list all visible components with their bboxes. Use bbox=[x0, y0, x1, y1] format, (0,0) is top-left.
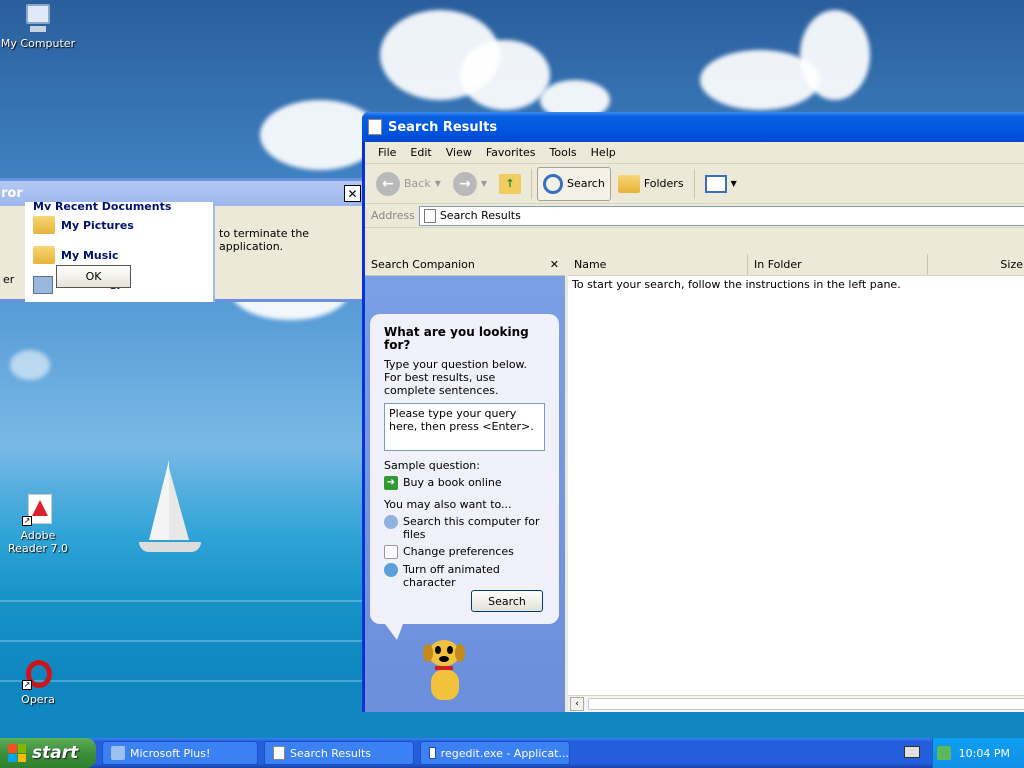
search-companion-bubble: What are you looking for? Type your ques… bbox=[370, 314, 559, 624]
chevron-down-icon: ▼ bbox=[730, 179, 737, 188]
folders-icon bbox=[617, 174, 640, 193]
error-dialog-message: to terminate the application. bbox=[219, 227, 310, 253]
window-titlebar[interactable]: Search Results bbox=[362, 112, 1024, 142]
link-turn-off-character[interactable]: Turn off animated character bbox=[384, 563, 545, 589]
results-column-headers: Name In Folder Size bbox=[568, 254, 1024, 276]
chevron-down-icon: ▼ bbox=[434, 179, 441, 188]
my-computer-icon bbox=[22, 2, 54, 34]
error-dialog-left-fragment: er bbox=[3, 273, 15, 286]
sailboat bbox=[135, 460, 205, 560]
search-companion-pane: Search Companion ✕ What are you looking … bbox=[365, 254, 565, 712]
also-label: You may also want to... bbox=[384, 498, 512, 511]
taskbar-item-regedit[interactable]: regedit.exe - Applicat... bbox=[420, 741, 570, 765]
horizontal-scrollbar[interactable]: ‹ bbox=[568, 695, 1024, 712]
search-button[interactable]: Search bbox=[537, 166, 611, 201]
scroll-thumb[interactable] bbox=[588, 698, 1024, 710]
menu-tools[interactable]: Tools bbox=[543, 144, 584, 161]
toolbar-separator bbox=[693, 168, 695, 199]
green-arrow-icon: ➜ bbox=[384, 476, 398, 490]
adobe-reader-icon: ↗ bbox=[22, 494, 54, 526]
results-empty-message: To start your search, follow the instruc… bbox=[572, 278, 901, 291]
error-dialog-title: ror bbox=[1, 186, 23, 201]
start-menu-item-my-recent-documents[interactable]: My Recent Documents bbox=[25, 202, 213, 210]
search-results-window: Search Results File Edit View Favorites … bbox=[362, 112, 1024, 712]
companion-heading: What are you looking for? bbox=[384, 325, 529, 352]
start-button[interactable]: start bbox=[0, 738, 96, 768]
chevron-down-icon: ▼ bbox=[480, 179, 488, 188]
start-menu-item-my-pictures[interactable]: My Pictures bbox=[25, 210, 213, 240]
desktop-icon-adobe-reader[interactable]: ↗ Adobe Reader 7.0 bbox=[0, 494, 76, 555]
menu-favorites[interactable]: Favorites bbox=[479, 144, 543, 161]
sample-link-buy-book[interactable]: ➜ Buy a book online bbox=[384, 476, 545, 490]
opera-icon: ↗ bbox=[22, 658, 54, 690]
search-computer-icon bbox=[384, 515, 398, 529]
menu-file[interactable]: File bbox=[371, 144, 403, 161]
taskbar: start Microsoft Plus! Search Results reg… bbox=[0, 738, 1024, 768]
folder-icon bbox=[33, 216, 55, 234]
toolbar-separator bbox=[531, 168, 533, 199]
up-folder-icon: ↑ bbox=[499, 173, 522, 194]
desktop-icon-opera[interactable]: ↗ Opera bbox=[0, 658, 76, 706]
column-name[interactable]: Name bbox=[568, 254, 748, 275]
companion-search-button[interactable]: Search bbox=[471, 590, 543, 612]
back-arrow-icon: ← bbox=[376, 171, 400, 196]
error-dialog-close-button[interactable]: ✕ bbox=[344, 185, 361, 202]
query-input[interactable]: Please type your query here, then press … bbox=[384, 403, 545, 451]
preferences-icon bbox=[384, 545, 398, 559]
column-in-folder[interactable]: In Folder bbox=[748, 254, 928, 275]
views-icon bbox=[704, 174, 727, 193]
forward-button[interactable]: → ▼ bbox=[448, 167, 492, 201]
desktop-icon-my-computer[interactable]: My Computer bbox=[0, 2, 76, 50]
search-dog-character[interactable] bbox=[417, 636, 473, 704]
toolbar: ← Back ▼ → ▼ ↑ Search Folders ▼ bbox=[365, 164, 1024, 204]
taskbar-item-search-results[interactable]: Search Results bbox=[264, 741, 414, 765]
folders-button[interactable]: Folders bbox=[613, 167, 689, 201]
system-tray: 10:04 PM bbox=[932, 738, 1024, 768]
column-size[interactable]: Size bbox=[928, 254, 1024, 275]
shortcut-arrow-icon: ↗ bbox=[22, 680, 32, 690]
search-companion-header: Search Companion ✕ bbox=[365, 254, 565, 276]
windows-logo-icon bbox=[8, 744, 26, 762]
companion-instructions: Type your question below. For best resul… bbox=[384, 358, 528, 397]
address-field[interactable]: Search Results bbox=[418, 205, 1024, 226]
bubble-tail bbox=[385, 624, 403, 640]
views-button[interactable]: ▼ bbox=[700, 167, 742, 201]
app-window-icon bbox=[429, 747, 436, 759]
link-change-preferences[interactable]: Change preferences bbox=[384, 545, 545, 559]
sample-question-label: Sample question: bbox=[384, 459, 480, 472]
close-icon[interactable]: ✕ bbox=[550, 258, 559, 271]
keyboard-icon[interactable] bbox=[904, 746, 920, 758]
menu-view[interactable]: View bbox=[439, 144, 479, 161]
window-icon bbox=[368, 119, 382, 135]
scroll-left-icon: ‹ bbox=[570, 697, 584, 711]
search-results-icon bbox=[423, 208, 436, 223]
clock[interactable]: 10:04 PM bbox=[959, 747, 1010, 760]
window-title: Search Results bbox=[388, 119, 498, 135]
menu-bar: File Edit View Favorites Tools Help bbox=[365, 142, 1024, 164]
search-icon bbox=[543, 173, 564, 194]
folder-icon bbox=[33, 246, 55, 264]
character-icon bbox=[384, 563, 398, 577]
results-pane: Name In Folder Size To start your search… bbox=[568, 254, 1024, 712]
forward-arrow-icon: → bbox=[452, 171, 477, 196]
address-bar: Address Search Results bbox=[365, 204, 1024, 228]
back-button[interactable]: ← Back ▼ bbox=[371, 167, 446, 201]
shortcut-arrow-icon: ↗ bbox=[22, 516, 32, 526]
address-label: Address bbox=[371, 209, 415, 222]
computer-icon bbox=[33, 276, 53, 294]
link-search-computer[interactable]: Search this computer for files bbox=[384, 515, 545, 541]
taskbar-item-microsoft-plus[interactable]: Microsoft Plus! bbox=[102, 741, 258, 765]
menu-help[interactable]: Help bbox=[584, 144, 623, 161]
error-dialog-ok-button[interactable]: OK bbox=[56, 265, 131, 288]
search-window-icon bbox=[273, 746, 285, 760]
network-icon[interactable] bbox=[936, 746, 951, 760]
menu-edit[interactable]: Edit bbox=[403, 144, 438, 161]
up-folder-button[interactable]: ↑ bbox=[494, 167, 526, 201]
plus-icon bbox=[111, 746, 125, 760]
